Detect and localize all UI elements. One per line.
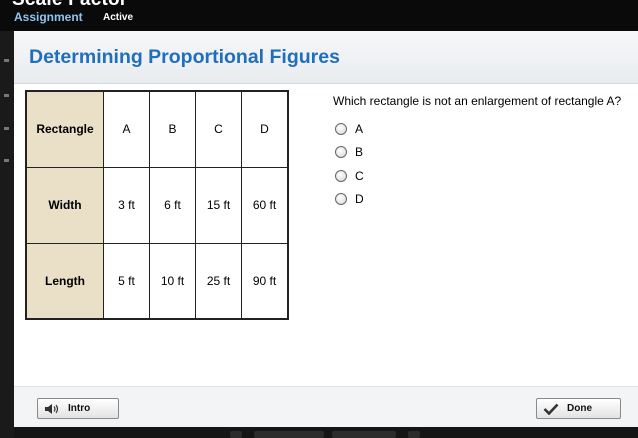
table-cell: 25 ft — [195, 242, 242, 320]
table-row: Length 5 ft 10 ft 25 ft 90 ft — [25, 242, 289, 320]
question-text: Which rectangle is not an enlargement of… — [333, 94, 622, 108]
option-label: C — [355, 168, 364, 183]
rail-marker — [4, 94, 9, 97]
option-label: D — [355, 192, 364, 207]
panel-footer: Intro Done — [14, 386, 638, 428]
table-cell: 60 ft — [241, 166, 289, 244]
rail-marker — [4, 159, 9, 162]
status-label: Active — [103, 12, 134, 23]
done-label: Done — [567, 403, 592, 414]
panel-title: Determining Proportional Figures — [29, 46, 340, 68]
left-rail — [0, 31, 14, 438]
row-header: Width — [25, 166, 104, 244]
top-bar: Scale Factor Assignment Active — [0, 0, 638, 31]
table-row: Rectangle A B C D — [25, 90, 289, 168]
option-a[interactable]: A — [335, 117, 364, 141]
rail-marker — [4, 127, 9, 130]
bottom-toolbar — [14, 427, 638, 438]
activity-panel: Determining Proportional Figures Rectang… — [14, 31, 638, 428]
assignment-label[interactable]: Assignment — [14, 10, 83, 24]
table-cell: 90 ft — [241, 242, 289, 320]
radio-button[interactable] — [335, 146, 347, 159]
option-c[interactable]: C — [335, 164, 364, 188]
radio-button[interactable] — [335, 122, 347, 135]
toolbar-control[interactable] — [254, 431, 324, 438]
rectangle-table-container: Rectangle A B C D Width 3 ft 6 ft 15 ft … — [25, 90, 289, 320]
answer-options: A B C D — [335, 117, 364, 211]
table-cell: 15 ft — [195, 166, 242, 244]
table-row: Width 3 ft 6 ft 15 ft 60 ft — [25, 166, 289, 244]
table-cell: B — [149, 90, 196, 168]
table-cell: 6 ft — [149, 166, 196, 244]
speaker-icon — [44, 403, 60, 415]
toolbar-control[interactable] — [332, 431, 396, 438]
radio-button[interactable] — [335, 193, 347, 206]
table-cell: 5 ft — [103, 242, 150, 320]
intro-label: Intro — [68, 403, 91, 414]
option-d[interactable]: D — [335, 188, 364, 212]
row-header: Rectangle — [25, 90, 104, 168]
panel-header: Determining Proportional Figures — [14, 31, 638, 84]
rail-marker — [4, 59, 9, 62]
toolbar-control[interactable] — [408, 431, 420, 438]
radio-button[interactable] — [335, 169, 347, 182]
done-button[interactable]: Done — [536, 398, 621, 419]
table-cell: 3 ft — [103, 166, 150, 244]
option-label: A — [355, 121, 364, 136]
option-label: B — [355, 145, 364, 160]
row-header: Length — [25, 242, 104, 320]
table-cell: 10 ft — [149, 242, 196, 320]
toolbar-control[interactable] — [230, 431, 242, 438]
table-cell: A — [103, 90, 150, 168]
table-cell: D — [241, 90, 289, 168]
rectangle-table: Rectangle A B C D Width 3 ft 6 ft 15 ft … — [25, 90, 289, 320]
intro-button[interactable]: Intro — [37, 398, 119, 419]
table-cell: C — [195, 90, 242, 168]
option-b[interactable]: B — [335, 141, 364, 165]
checkmark-icon — [543, 403, 559, 415]
